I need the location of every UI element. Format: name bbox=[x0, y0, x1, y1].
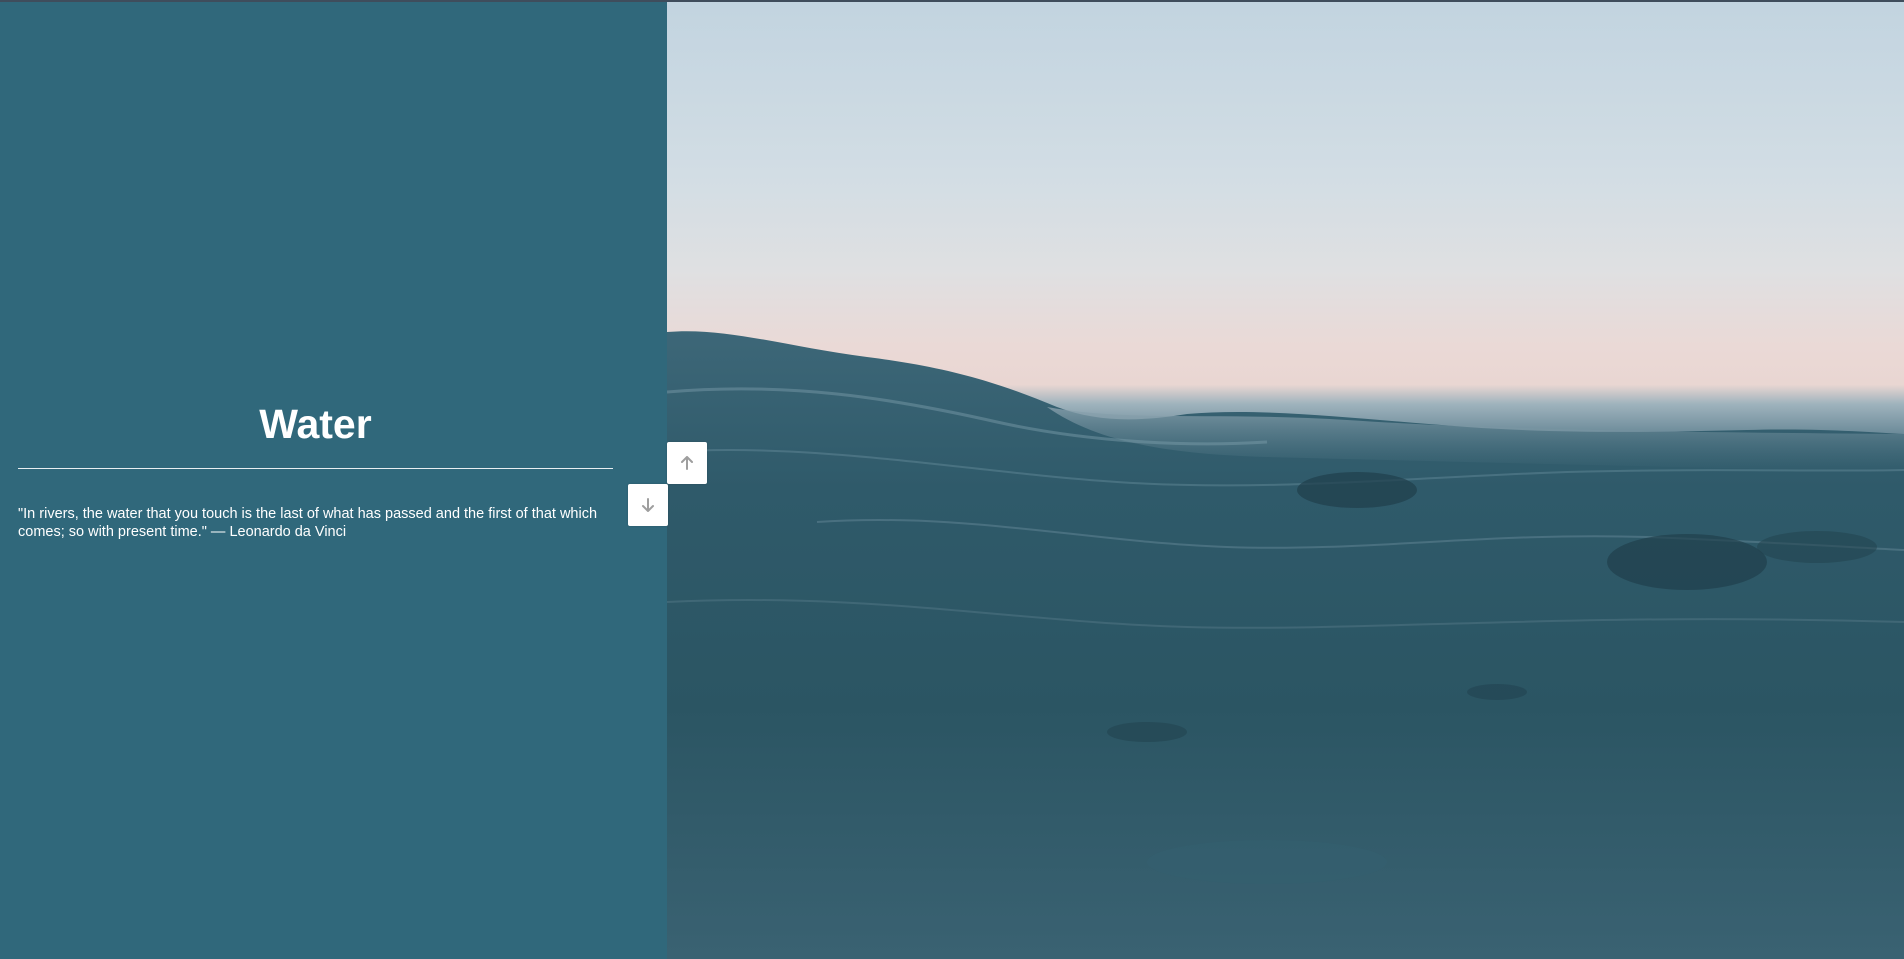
scroll-down-button[interactable] bbox=[628, 484, 668, 526]
arrow-down-icon bbox=[642, 498, 654, 512]
hero-image bbox=[667, 2, 1904, 959]
title-divider bbox=[18, 468, 613, 469]
scroll-up-button[interactable] bbox=[667, 442, 707, 484]
text-panel: Water "In rivers, the water that you tou… bbox=[0, 2, 667, 959]
panel-title: Water bbox=[259, 401, 372, 447]
ocean-wave-image bbox=[667, 331, 1904, 959]
panel-quote: "In rivers, the water that you touch is … bbox=[18, 506, 598, 540]
arrow-up-icon bbox=[681, 456, 693, 470]
